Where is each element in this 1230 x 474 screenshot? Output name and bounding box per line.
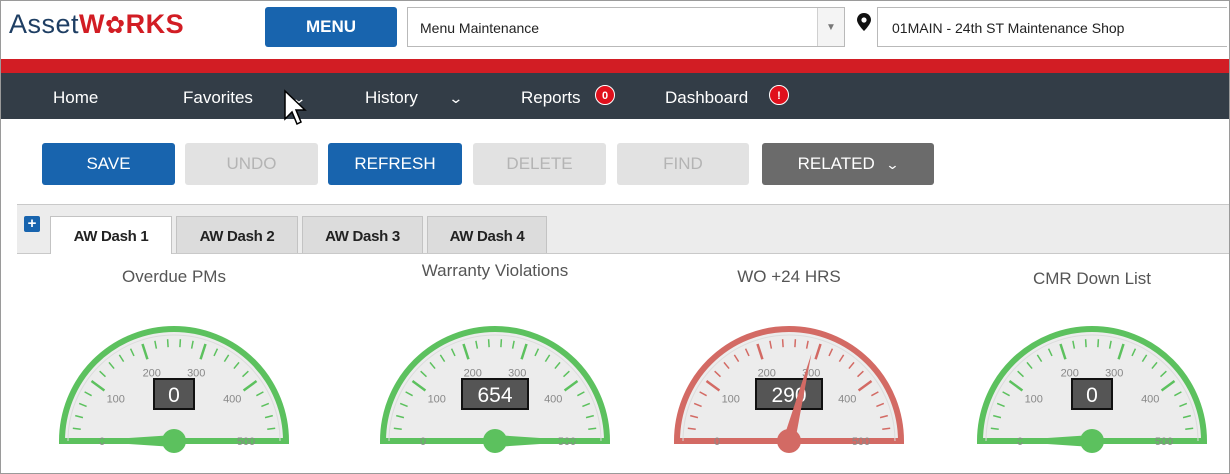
gauge-tick-label: 500	[237, 436, 255, 448]
gauge-minor-tick	[166, 339, 169, 348]
tab-aw-dash-4[interactable]: AW Dash 4	[427, 216, 547, 253]
gauge-minor-tick	[393, 427, 402, 430]
location-value: 01MAIN - 24th ST Maintenance Shop	[892, 20, 1125, 36]
chevron-down-icon: ⌄	[885, 157, 901, 172]
gauge-minor-tick	[882, 427, 891, 430]
nav-dashboard[interactable]: Dashboard	[665, 73, 748, 119]
gauge-tick-label: 200	[464, 368, 482, 380]
gauge-title-overdue-pms: Overdue PMs	[122, 267, 226, 286]
gauge-minor-tick	[179, 339, 182, 348]
delete-button[interactable]: DELETE	[473, 143, 606, 185]
gauge-tick-label: 400	[838, 394, 856, 406]
nav-home-label: Home	[53, 88, 99, 107]
chevron-down-icon: ⌄	[448, 90, 464, 106]
app-window: AssetW✿RKS MENU Menu Maintenance ▼ 01MAI…	[0, 0, 1230, 474]
gauge-hub	[162, 429, 186, 453]
related-label: RELATED	[797, 154, 875, 173]
gauge-tick-label: 300	[1105, 368, 1123, 380]
gauge-minor-tick	[1084, 339, 1087, 348]
undo-button[interactable]: UNDO	[185, 143, 318, 185]
nav-history-label: History	[365, 88, 418, 107]
brand-stripe	[1, 59, 1229, 73]
gauge-title-warranty-violations: Warranty Violations	[421, 261, 569, 280]
dashboard-tabs: + AW Dash 1 AW Dash 2 AW Dash 3 AW Dash …	[17, 204, 1229, 254]
gauge-tick-label: 100	[428, 394, 446, 406]
nav-home[interactable]: Home	[53, 73, 98, 119]
nav-history[interactable]: History ⌄	[365, 73, 463, 119]
gauge-tick-label: 200	[143, 368, 161, 380]
gauge-tick-label: 200	[1061, 368, 1079, 380]
assetworks-logo[interactable]: AssetW✿RKS	[9, 9, 184, 40]
gauge-cmr-down-list[interactable]: 01002003004005000	[972, 313, 1212, 474]
gauge-tick-label: 0	[714, 436, 720, 448]
reports-count-badge: 0	[595, 85, 615, 105]
logo-text-part3: RKS	[125, 9, 185, 39]
gauge-minor-tick	[588, 427, 597, 430]
gauge-hub	[777, 429, 801, 453]
gauge-hub	[483, 429, 507, 453]
gauge-tick-label: 0	[420, 436, 426, 448]
gauge-overdue-pms[interactable]: 01002003004005000	[54, 313, 294, 474]
logo-text-part2: W	[79, 9, 106, 39]
gauge-value-readout: 0	[1086, 384, 1098, 407]
map-pin-icon	[857, 13, 871, 31]
gauge-title-wo-24-hrs: WO +24 HRS	[737, 267, 841, 286]
gauge-minor-tick	[500, 339, 503, 348]
gauge-minor-tick	[794, 339, 797, 348]
nav-reports-label: Reports	[521, 88, 581, 107]
gauge-minor-tick	[687, 427, 696, 430]
gauge-tick-label: 400	[544, 394, 562, 406]
gauge-tick-label: 100	[722, 394, 740, 406]
gauge-value-readout: 0	[168, 384, 180, 407]
refresh-button[interactable]: REFRESH	[328, 143, 462, 185]
main-nav: Home Favorites ⌄ History ⌄ Reports 0 Dashb…	[1, 73, 1229, 119]
gauge-minor-tick	[990, 427, 999, 430]
gauge-minor-tick	[1185, 427, 1194, 430]
gauge-tick-label: 300	[187, 368, 205, 380]
gauge-tick-label: 400	[223, 394, 241, 406]
gauge-wo-24-hrs[interactable]: 0100200 300400500290	[669, 313, 909, 474]
gauge-minor-tick	[267, 427, 276, 430]
gauge-tick-label: 500	[1155, 436, 1173, 448]
nav-reports[interactable]: Reports	[521, 73, 581, 119]
plus-icon[interactable]: +	[24, 216, 40, 232]
gauge-hub	[1080, 429, 1104, 453]
gauge-tick-label: 500	[852, 436, 870, 448]
save-button[interactable]: SAVE	[42, 143, 175, 185]
tab-aw-dash-1[interactable]: AW Dash 1	[50, 216, 172, 254]
menu-select-value: Menu Maintenance	[420, 20, 540, 36]
top-bar: AssetW✿RKS MENU Menu Maintenance ▼ 01MAI…	[1, 1, 1229, 59]
find-button[interactable]: FIND	[617, 143, 749, 185]
dropdown-arrow-icon[interactable]: ▼	[817, 8, 844, 46]
related-button[interactable]: RELATED ⌄	[762, 143, 934, 185]
menu-select[interactable]: Menu Maintenance ▼	[407, 7, 845, 47]
gauge-minor-tick	[72, 427, 81, 430]
gauge-warranty-violations[interactable]: 0100200300400500654	[375, 313, 615, 474]
gauge-title-cmr-down-list: CMR Down List	[1032, 269, 1152, 288]
gauge-minor-tick	[1097, 339, 1100, 348]
gauge-tick-label: 100	[107, 394, 125, 406]
gauge-minor-tick	[781, 339, 784, 348]
logo-text-part1: Asset	[9, 9, 80, 39]
tab-aw-dash-2[interactable]: AW Dash 2	[176, 216, 298, 253]
gauge-minor-tick	[487, 339, 490, 348]
gauge-tick-label: 300	[508, 368, 526, 380]
nav-dashboard-label: Dashboard	[665, 88, 749, 107]
gear-icon: ✿	[105, 12, 126, 39]
menu-button[interactable]: MENU	[265, 7, 397, 47]
tab-aw-dash-3[interactable]: AW Dash 3	[302, 216, 423, 253]
dashboard-alert-badge: !	[769, 85, 789, 105]
gauge-value-readout: 654	[477, 384, 512, 407]
gauge-tick-label: 400	[1141, 394, 1159, 406]
gauge-tick-label: 100	[1025, 394, 1043, 406]
gauge-tick-label: 200	[758, 368, 776, 380]
location-field[interactable]: 01MAIN - 24th ST Maintenance Shop	[877, 7, 1227, 47]
mouse-cursor-icon	[284, 89, 307, 126]
nav-favorites-label: Favorites	[183, 88, 253, 107]
